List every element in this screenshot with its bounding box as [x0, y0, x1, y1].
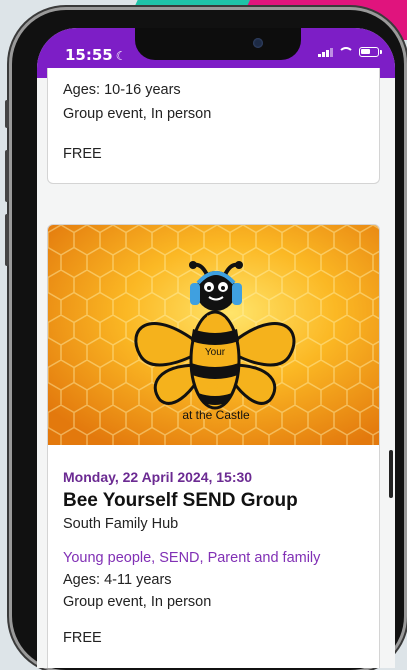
volume-up-button	[5, 150, 9, 202]
front-camera	[253, 38, 263, 48]
moon-icon: ☾	[115, 49, 127, 63]
event-title[interactable]: Bee Yourself SEND Group	[63, 490, 298, 512]
battery-icon	[359, 47, 382, 57]
event-card[interactable]: Ages: 10-16 years Group event, In person…	[47, 68, 380, 184]
event-format: Group event, In person	[63, 106, 212, 122]
cell-signal-icon	[318, 47, 333, 57]
logo-text-your: Your	[205, 347, 226, 358]
phone-frame: 15:55 ☾ Ages: 10-16 years Group event, In…	[5, 10, 404, 670]
event-price: FREE	[63, 630, 102, 646]
volume-down-button	[5, 214, 9, 266]
logo-text-self: Self	[206, 381, 223, 392]
event-format: Group event, In person	[63, 594, 212, 610]
event-ages: Ages: 10-16 years	[63, 82, 181, 98]
logo-text-castle: at the Castle	[182, 408, 250, 422]
event-card[interactable]: Bee Your Self at the Castle Monday, 22 A…	[47, 224, 380, 668]
scrollbar[interactable]	[389, 450, 393, 498]
event-price: FREE	[63, 146, 102, 162]
phone-screen: 15:55 ☾ Ages: 10-16 years Group event, In…	[37, 28, 395, 668]
mute-switch	[5, 100, 9, 128]
status-icons	[318, 47, 382, 57]
event-list: Ages: 10-16 years Group event, In person…	[37, 68, 395, 668]
event-image[interactable]: Bee Your Self at the Castle	[48, 225, 380, 445]
event-ages: Ages: 4-11 years	[63, 572, 172, 588]
wifi-icon	[338, 47, 354, 57]
notch	[135, 28, 301, 60]
event-audience: Young people, SEND, Parent and family	[63, 550, 321, 566]
event-date: Monday, 22 April 2024, 15:30	[63, 469, 253, 485]
logo-text-bee: Bee	[206, 314, 226, 326]
event-location: South Family Hub	[63, 516, 179, 532]
status-time: 15:55 ☾	[65, 46, 127, 64]
